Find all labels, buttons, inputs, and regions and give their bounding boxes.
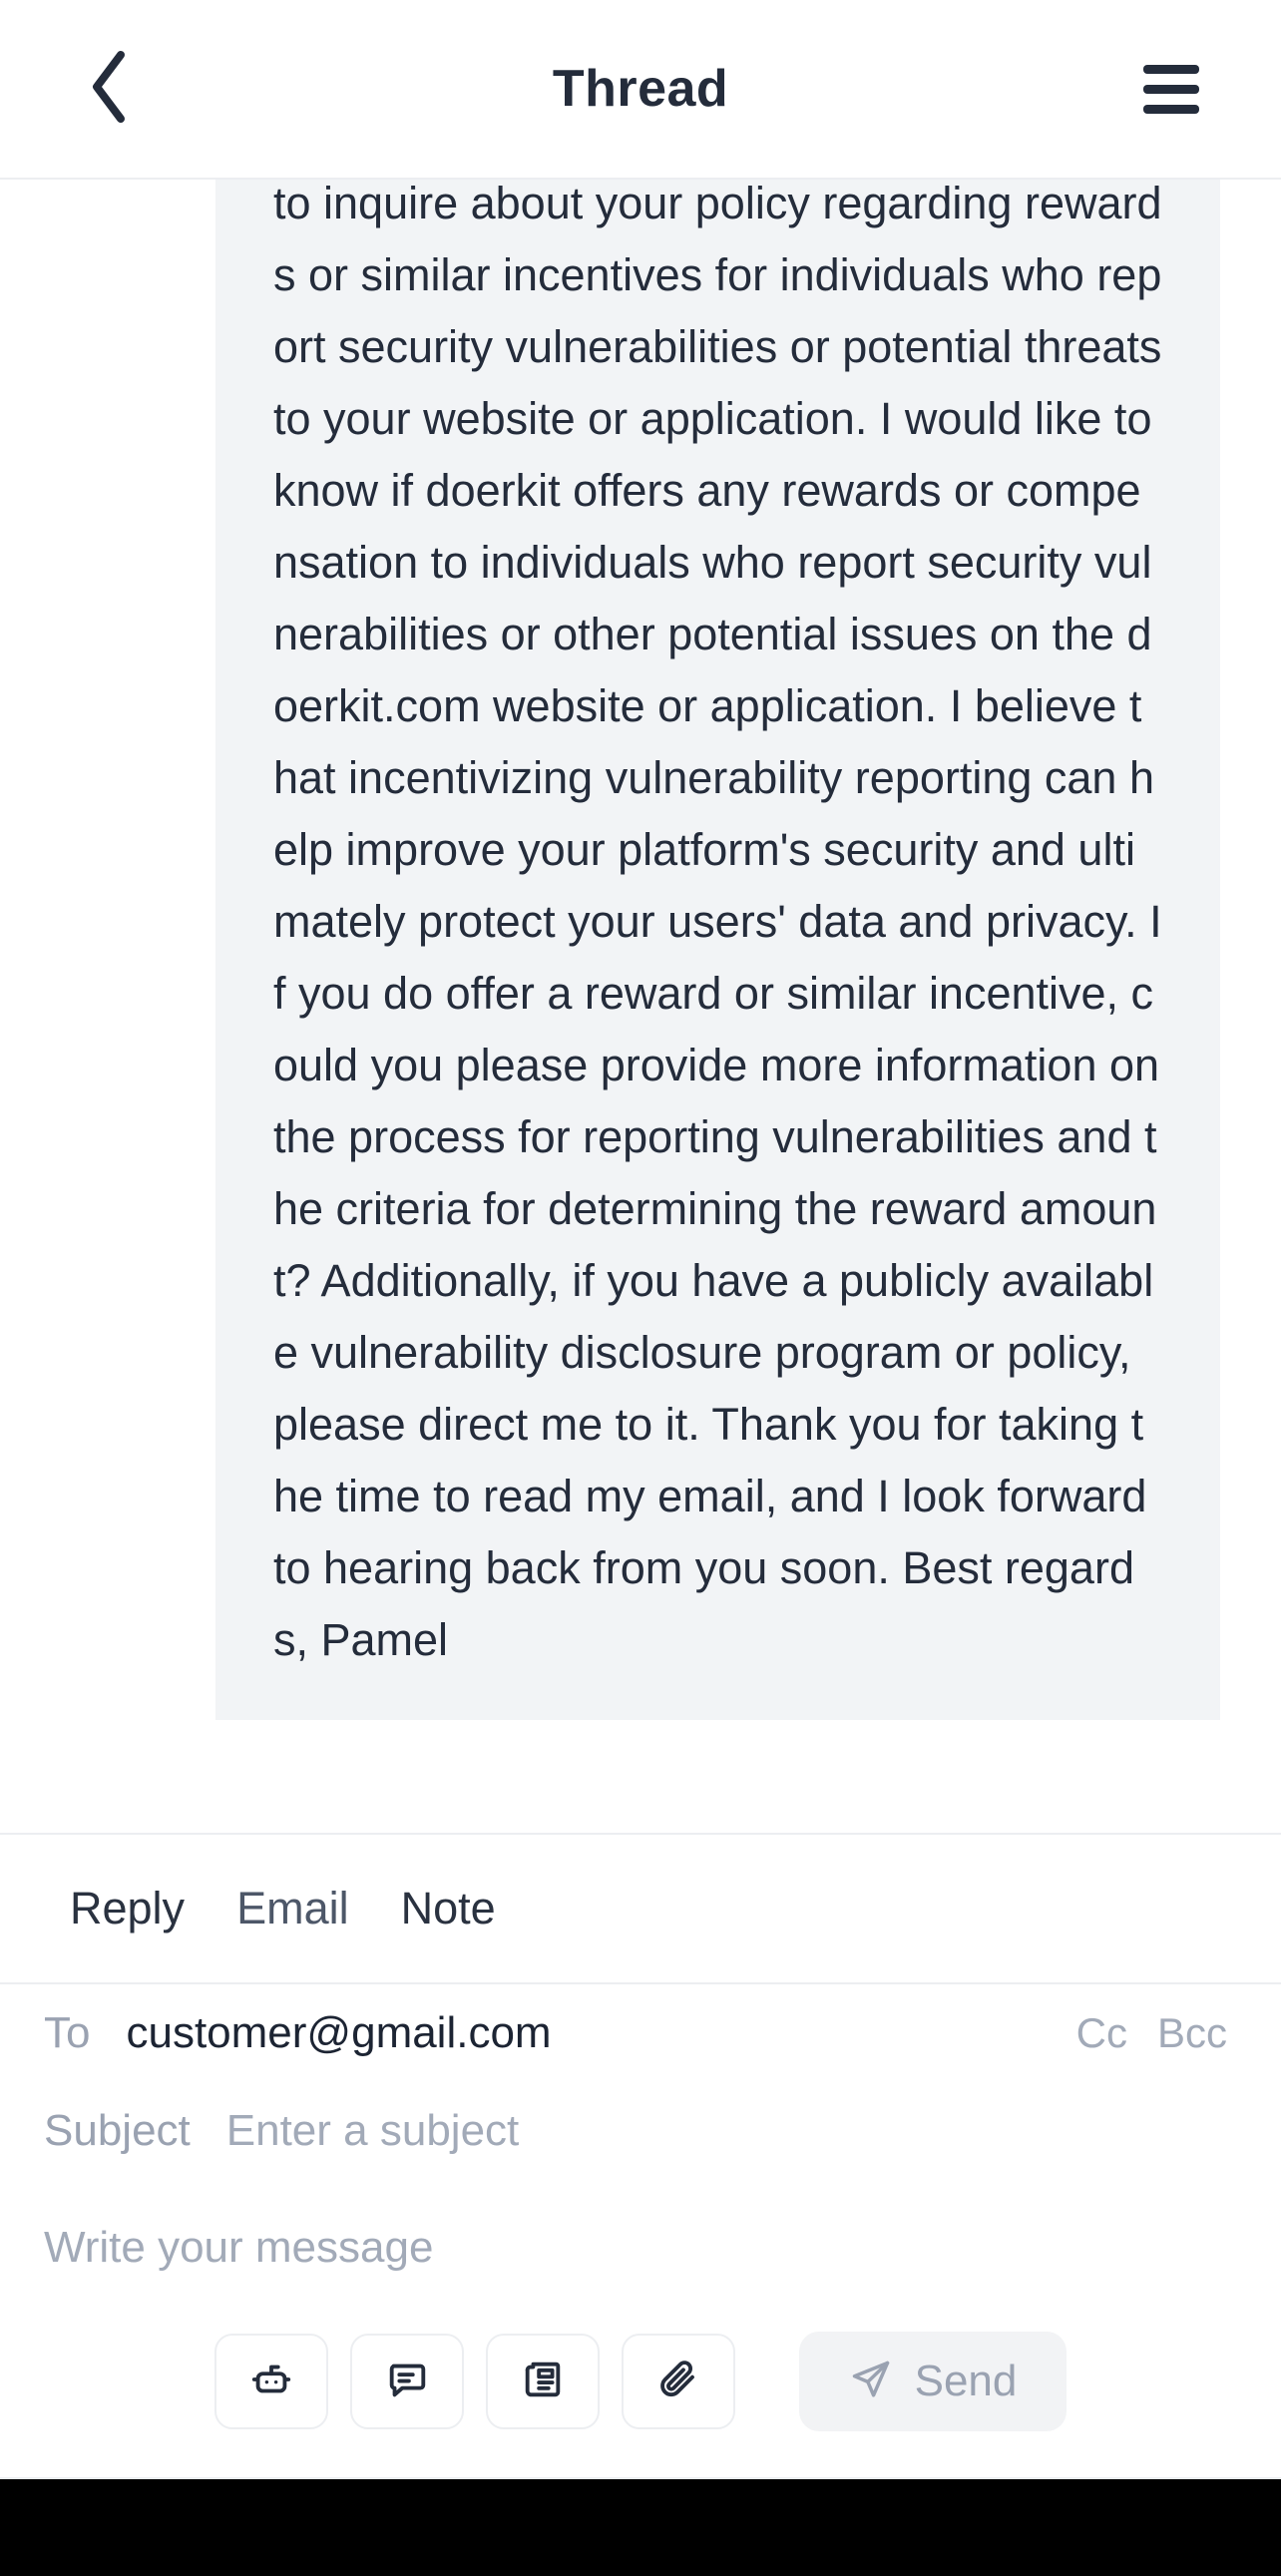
message-bubble: to inquire about your policy regarding r… (215, 180, 1220, 1720)
cc-bcc-group: Cc Bcc (1076, 2009, 1237, 2057)
ai-assist-button[interactable] (214, 2334, 328, 2429)
to-label: To (44, 2008, 91, 2057)
reply-mode-tabs: Reply Email Note (0, 1833, 1281, 1984)
thread-message-list[interactable]: to inquire about your policy regarding r… (0, 180, 1281, 1833)
cc-button[interactable]: Cc (1076, 2009, 1127, 2057)
send-paper-plane-icon (849, 2358, 893, 2406)
tab-email[interactable]: Email (211, 1883, 375, 1934)
canned-response-button[interactable] (350, 2334, 464, 2429)
paperclip-icon (655, 2357, 701, 2407)
menu-line-2 (1143, 84, 1199, 94)
article-icon (520, 2357, 566, 2407)
chevron-left-icon (87, 49, 133, 130)
to-input[interactable]: customer@gmail.com (126, 2008, 551, 2058)
send-button-label: Send (914, 2357, 1018, 2405)
menu-line-1 (1143, 64, 1199, 74)
tab-reply[interactable]: Reply (44, 1883, 211, 1934)
subject-label: Subject (44, 2106, 191, 2155)
message-row: to inquire about your policy regarding r… (0, 180, 1281, 1720)
tab-note[interactable]: Note (375, 1883, 522, 1934)
compose-form: To customer@gmail.com Cc Bcc Subject Ent… (0, 1984, 1281, 2308)
send-button[interactable]: Send (799, 2332, 1067, 2431)
knowledge-article-button[interactable] (486, 2334, 600, 2429)
to-field-row: To customer@gmail.com Cc Bcc (44, 1984, 1237, 2082)
bcc-button[interactable]: Bcc (1157, 2009, 1227, 2057)
thread-screen: Thread to inquire about your policy rega… (0, 0, 1281, 2576)
back-button[interactable] (62, 41, 158, 137)
subject-input[interactable]: Enter a subject (226, 2106, 520, 2156)
robot-icon (248, 2357, 294, 2407)
attachment-button[interactable] (622, 2334, 735, 2429)
page-title: Thread (552, 60, 729, 118)
message-body-input[interactable]: Write your message (44, 2180, 1237, 2308)
home-indicator-safe-area (0, 2479, 1281, 2576)
canned-response-icon (384, 2357, 430, 2407)
app-header: Thread (0, 0, 1281, 180)
compose-toolbar: Send (0, 2308, 1281, 2477)
hamburger-menu-icon[interactable] (1123, 41, 1219, 137)
menu-line-3 (1143, 104, 1199, 114)
subject-field-row: Subject Enter a subject (44, 2082, 1237, 2180)
